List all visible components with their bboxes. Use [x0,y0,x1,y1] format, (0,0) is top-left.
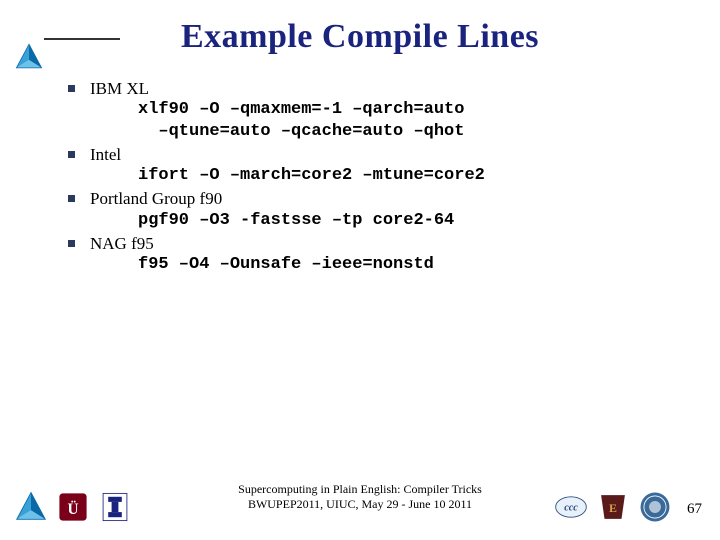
footer-text: Supercomputing in Plain English: Compile… [238,482,482,512]
footer: Ü Supercomputing in Plain English: Compi… [0,470,720,530]
ou-logo-icon: Ü [56,490,90,524]
compiler-command: xlf90 –O –qmaxmem=-1 –qarch=auto –qtune=… [90,99,680,142]
list-item: IBM XL xlf90 –O –qmaxmem=-1 –qarch=auto … [90,78,680,142]
bullet-icon [68,85,75,92]
title-rule [44,38,120,40]
corner-triangle-logo-icon [14,42,44,72]
slide-title: Example Compile Lines [40,18,680,56]
bullet-icon [68,151,75,158]
list-item: NAG f95 f95 –O4 –Ounsafe –ieee=nonstd [90,233,680,276]
illinois-logo-icon [98,490,132,524]
triangle-logo-icon [14,490,48,524]
list-item: Portland Group f90 pgf90 –O3 -fastsse –t… [90,188,680,231]
list-item: Intel ifort –O –march=core2 –mtune=core2 [90,144,680,187]
svg-text:Ü: Ü [67,501,78,518]
footer-line-2: BWUPEP2011, UIUC, May 29 - June 10 2011 [238,497,482,512]
compiler-label: Portland Group f90 [90,189,222,208]
compiler-command: pgf90 –O3 -fastsse –tp core2-64 [90,210,680,231]
footer-logos-right: ccc E [554,490,672,524]
content-area: IBM XL xlf90 –O –qmaxmem=-1 –qarch=auto … [0,56,720,275]
compiler-command: ifort –O –march=core2 –mtune=core2 [90,165,680,186]
seal-logo-icon [638,490,672,524]
page-number: 67 [687,501,702,518]
svg-text:E: E [609,501,617,515]
ec-logo-icon: E [596,490,630,524]
bullet-icon [68,195,75,202]
bullet-icon [68,240,75,247]
compiler-label: IBM XL [90,79,149,98]
compiler-command: f95 –O4 –Ounsafe –ieee=nonstd [90,254,680,275]
ccc-logo-icon: ccc [554,490,588,524]
compiler-label: Intel [90,145,121,164]
footer-logos-left: Ü [14,490,132,524]
compiler-label: NAG f95 [90,234,154,253]
footer-line-1: Supercomputing in Plain English: Compile… [238,482,482,497]
svg-text:ccc: ccc [564,502,578,513]
